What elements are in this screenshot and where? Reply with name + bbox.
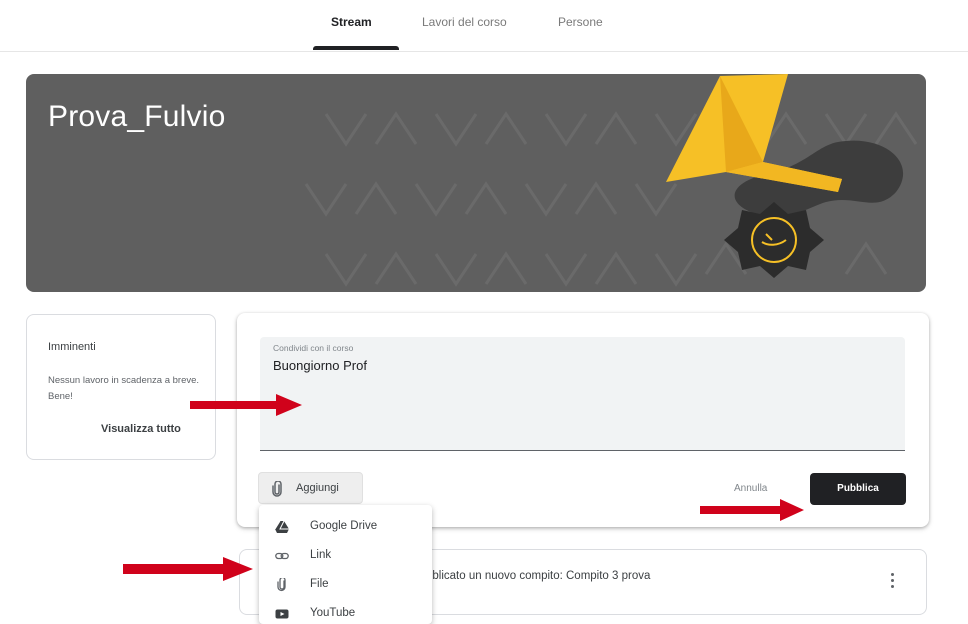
menu-item-youtube[interactable]: YouTube: [259, 600, 432, 624]
upcoming-title: Imminenti: [48, 341, 96, 353]
menu-item-label: File: [310, 578, 329, 590]
annotation-arrow-icon: [700, 499, 804, 521]
google-drive-icon: [275, 520, 289, 533]
annotation-arrow-icon: [123, 557, 253, 581]
menu-item-label: Google Drive: [310, 520, 378, 532]
top-navigation: Stream Lavori del corso Persone: [0, 0, 968, 52]
publish-button[interactable]: Pubblica: [810, 473, 906, 505]
upcoming-card: Imminenti Nessun lavoro in scadenza a br…: [26, 314, 216, 460]
announcement-input-label: Condividi con il corso: [273, 343, 354, 353]
menu-item-file[interactable]: File: [259, 571, 432, 599]
tab-people[interactable]: Persone: [558, 15, 603, 29]
more-options-icon[interactable]: [887, 572, 897, 592]
add-attachment-label: Aggiungi: [296, 482, 339, 494]
menu-item-google-drive[interactable]: Google Drive: [259, 513, 432, 541]
menu-item-label: YouTube: [310, 607, 356, 619]
post-text: bblicato un nuovo compito: Compito 3 pro…: [426, 570, 651, 582]
link-icon: [275, 552, 289, 560]
cancel-button[interactable]: Annulla: [734, 483, 767, 494]
tab-coursework[interactable]: Lavori del corso: [422, 15, 507, 29]
active-tab-indicator: [313, 46, 399, 50]
paperclip-icon: [272, 481, 282, 497]
menu-item-link[interactable]: Link: [259, 542, 432, 570]
add-attachment-menu: Google Drive Link File YouTube: [259, 505, 432, 624]
annotation-arrow-icon: [190, 394, 302, 416]
announcement-input[interactable]: Condividi con il corso Buongiorno Prof: [260, 337, 905, 451]
class-title: Prova_Fulvio: [48, 100, 226, 133]
youtube-icon: [275, 609, 289, 619]
publish-button-label: Pubblica: [837, 483, 879, 494]
announcement-input-value[interactable]: Buongiorno Prof: [273, 358, 367, 373]
add-attachment-button[interactable]: Aggiungi: [258, 472, 363, 504]
paperclip-icon: [277, 578, 286, 592]
announcement-composer: Condividi con il corso Buongiorno Prof A…: [237, 313, 929, 527]
class-banner: Prova_Fulvio: [26, 74, 926, 292]
menu-item-label: Link: [310, 549, 332, 561]
tab-stream[interactable]: Stream: [331, 15, 372, 29]
view-all-link[interactable]: Visualizza tutto: [101, 423, 181, 435]
upcoming-message: Nessun lavoro in scadenza a breve. Bene!: [48, 375, 200, 402]
